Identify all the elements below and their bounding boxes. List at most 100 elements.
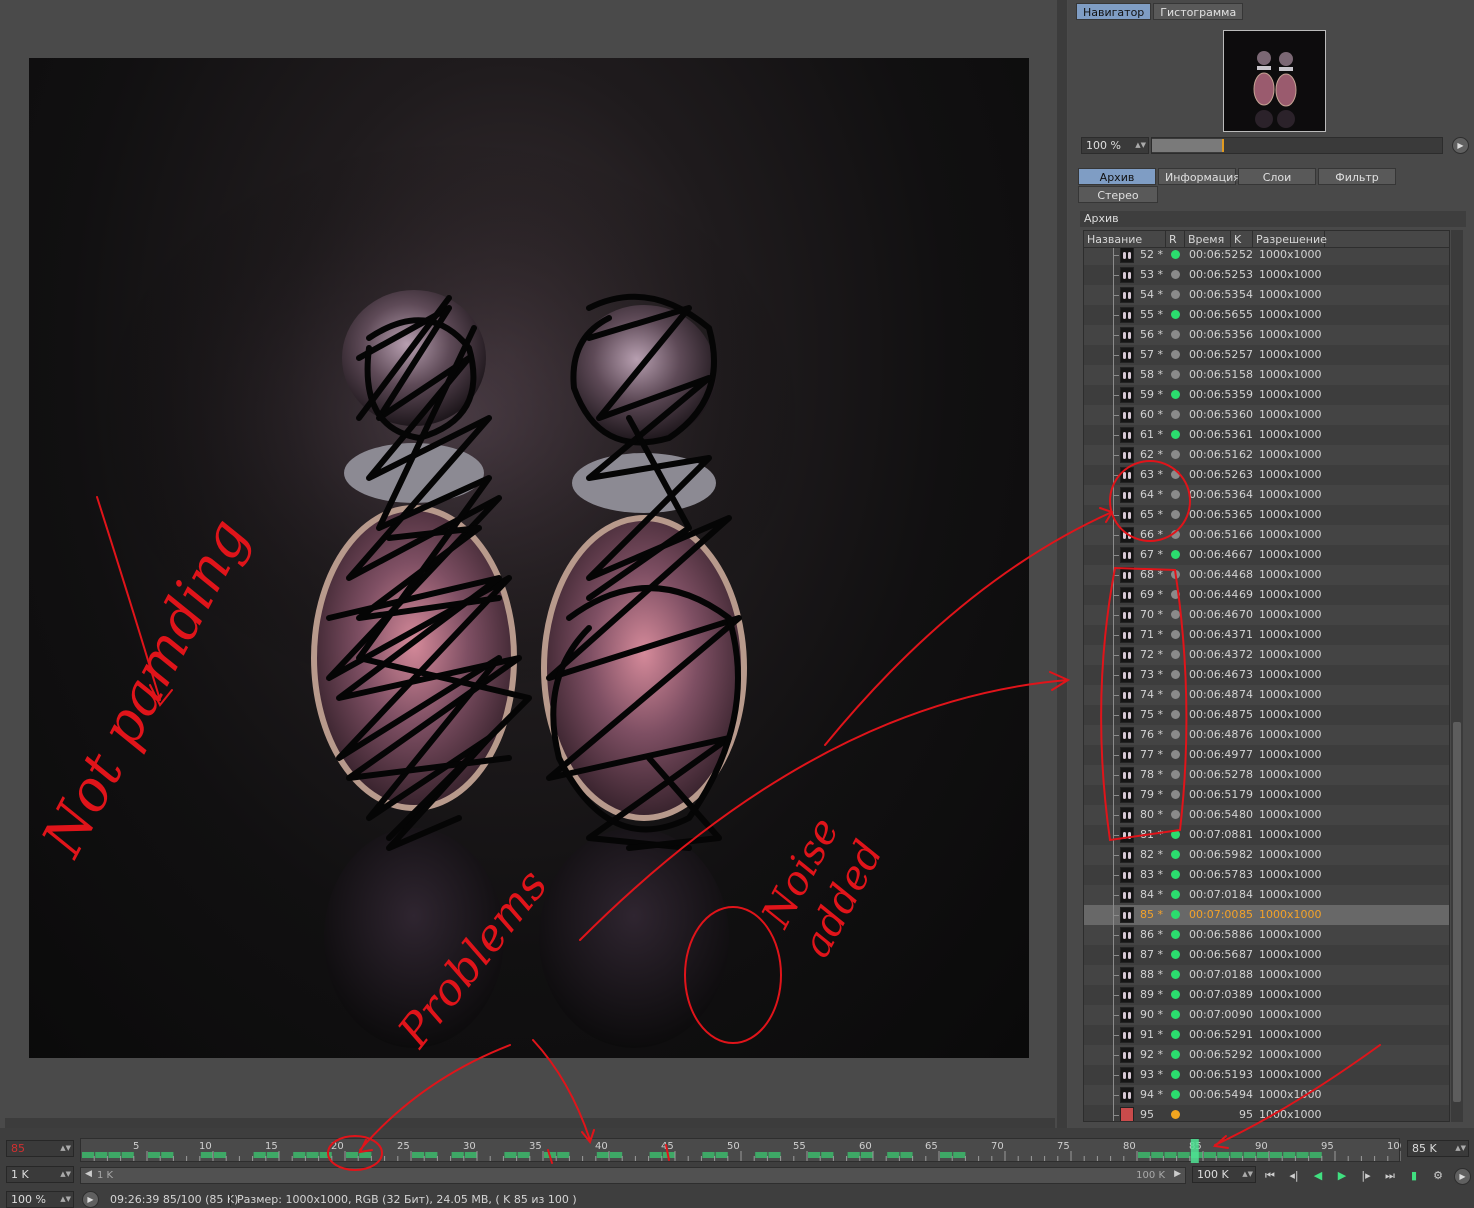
table-row[interactable]: 68 * 00:06:44 68 1000x1000 — [1084, 565, 1449, 585]
table-row[interactable]: 75 * 00:06:48 75 1000x1000 — [1084, 705, 1449, 725]
table-row[interactable]: 91 * 00:06:52 91 1000x1000 — [1084, 1025, 1449, 1045]
column-name[interactable]: Название — [1084, 231, 1166, 248]
navigator-thumbnail[interactable] — [1223, 30, 1326, 132]
render-status-dot — [1171, 310, 1180, 319]
row-name: 92 * — [1140, 1048, 1163, 1061]
current-k-field[interactable]: 85 K ▲▼ — [1407, 1140, 1469, 1157]
table-row[interactable]: 53 * 00:06:52 53 1000x1000 — [1084, 265, 1449, 285]
table-row[interactable]: 93 * 00:06:51 93 1000x1000 — [1084, 1065, 1449, 1085]
current-frame-field[interactable]: 85 ▲▼ — [6, 1140, 74, 1157]
viewer-vertical-scrollbar[interactable] — [1057, 0, 1067, 1128]
table-row[interactable]: 76 * 00:06:48 76 1000x1000 — [1084, 725, 1449, 745]
navigator-zoom-field[interactable]: 100 % ▲▼ — [1081, 137, 1149, 154]
play-icon[interactable]: ▶ — [1452, 137, 1469, 154]
table-row[interactable]: 61 * 00:06:53 61 1000x1000 — [1084, 425, 1449, 445]
table-row[interactable]: 80 * 00:06:54 80 1000x1000 — [1084, 805, 1449, 825]
table-row[interactable]: 60 * 00:06:53 60 1000x1000 — [1084, 405, 1449, 425]
table-row[interactable]: 92 * 00:06:52 92 1000x1000 — [1084, 1045, 1449, 1065]
table-row[interactable]: 65 * 00:06:53 65 1000x1000 — [1084, 505, 1449, 525]
tab-navigator[interactable]: Навигатор — [1076, 3, 1152, 20]
table-row[interactable]: 71 * 00:06:43 71 1000x1000 — [1084, 625, 1449, 645]
table-row[interactable]: 72 * 00:06:43 72 1000x1000 — [1084, 645, 1449, 665]
tab-archive[interactable]: Архив — [1078, 168, 1156, 185]
table-row[interactable]: 81 * 00:07:08 81 1000x1000 — [1084, 825, 1449, 845]
table-row[interactable]: 86 * 00:06:58 86 1000x1000 — [1084, 925, 1449, 945]
play-backward-icon[interactable]: ◀ — [1310, 1168, 1326, 1184]
table-row[interactable]: 63 * 00:06:52 63 1000x1000 — [1084, 465, 1449, 485]
spinner-icon[interactable]: ▲▼ — [60, 1192, 71, 1207]
range-slider[interactable]: ◀ 1 K 100 K ▶ — [80, 1167, 1186, 1184]
table-row[interactable]: 57 * 00:06:52 57 1000x1000 — [1084, 345, 1449, 365]
next-key-icon[interactable]: |▸ — [1358, 1168, 1374, 1184]
table-row[interactable]: 59 * 00:06:53 59 1000x1000 — [1084, 385, 1449, 405]
column-r[interactable]: R — [1166, 231, 1185, 248]
table-row[interactable]: 74 * 00:06:48 74 1000x1000 — [1084, 685, 1449, 705]
table-row[interactable]: 67 * 00:06:46 67 1000x1000 — [1084, 545, 1449, 565]
table-row[interactable]: 77 * 00:06:49 77 1000x1000 — [1084, 745, 1449, 765]
spinner-icon[interactable]: ▲▼ — [60, 1167, 71, 1182]
table-row[interactable]: 87 * 00:06:56 87 1000x1000 — [1084, 945, 1449, 965]
row-resolution: 1000x1000 — [1259, 768, 1322, 781]
range-end-field[interactable]: 100 K ▲▼ — [1192, 1166, 1256, 1183]
table-row[interactable]: 84 * 00:07:01 84 1000x1000 — [1084, 885, 1449, 905]
table-row[interactable]: 94 * 00:06:54 94 1000x1000 — [1084, 1085, 1449, 1105]
archive-scrollbar-thumb[interactable] — [1453, 722, 1461, 1102]
spinner-icon[interactable]: ▲▼ — [60, 1141, 71, 1156]
table-row[interactable]: 52 * 00:06:52 52 1000x1000 — [1084, 245, 1449, 265]
column-k[interactable]: K — [1231, 231, 1253, 248]
slider-left-arrow-icon[interactable]: ◀ — [85, 1169, 92, 1179]
table-row[interactable]: 62 * 00:06:51 62 1000x1000 — [1084, 445, 1449, 465]
range-start-field[interactable]: 1 K ▲▼ — [6, 1166, 74, 1183]
play-icon[interactable]: ▶ — [82, 1191, 99, 1208]
tab-layers[interactable]: Слои — [1238, 168, 1316, 185]
table-row[interactable]: 64 * 00:06:53 64 1000x1000 — [1084, 485, 1449, 505]
go-to-end-icon[interactable]: ⏭ — [1382, 1168, 1398, 1184]
play-icon[interactable]: ▶ — [1454, 1168, 1471, 1185]
table-row[interactable]: 69 * 00:06:44 69 1000x1000 — [1084, 585, 1449, 605]
table-row[interactable]: 90 * 00:07:00 90 1000x1000 — [1084, 1005, 1449, 1025]
spinner-icon[interactable]: ▲▼ — [1242, 1167, 1253, 1182]
table-row[interactable]: 78 * 00:06:52 78 1000x1000 — [1084, 765, 1449, 785]
table-row[interactable]: 58 * 00:06:51 58 1000x1000 — [1084, 365, 1449, 385]
archive-scrollbar[interactable] — [1451, 230, 1463, 1122]
zoom-field[interactable]: 100 % ▲▼ — [6, 1191, 74, 1208]
table-row[interactable]: 89 * 00:07:03 89 1000x1000 — [1084, 985, 1449, 1005]
table-row[interactable]: 95 95 1000x1000 — [1084, 1105, 1449, 1121]
previous-key-icon[interactable]: ◂| — [1286, 1168, 1302, 1184]
loop-icon[interactable]: ▮ — [1406, 1168, 1422, 1184]
table-row[interactable]: 70 * 00:06:46 70 1000x1000 — [1084, 605, 1449, 625]
table-row[interactable]: 54 * 00:06:53 54 1000x1000 — [1084, 285, 1449, 305]
row-k: 69 — [1239, 588, 1253, 601]
slider-right-arrow-icon[interactable]: ▶ — [1174, 1169, 1181, 1179]
column-time[interactable]: Время — [1185, 231, 1231, 248]
tab-filter[interactable]: Фильтр — [1318, 168, 1396, 185]
table-row[interactable]: 55 * 00:06:56 55 1000x1000 — [1084, 305, 1449, 325]
render-status-dot — [1171, 1010, 1180, 1019]
tab-info[interactable]: Информация — [1158, 168, 1240, 185]
table-row[interactable]: 83 * 00:06:57 83 1000x1000 — [1084, 865, 1449, 885]
image-viewer[interactable] — [0, 0, 1058, 1128]
tab-stereo[interactable]: Стерео — [1078, 186, 1158, 203]
table-row[interactable]: 82 * 00:06:59 82 1000x1000 — [1084, 845, 1449, 865]
table-row[interactable]: 56 * 00:06:53 56 1000x1000 — [1084, 325, 1449, 345]
column-resolution[interactable]: Разрешение — [1253, 231, 1327, 248]
tab-histogram[interactable]: Гистограмма — [1153, 3, 1244, 20]
archive-table-header: Название R Время K Разрешение — [1084, 231, 1449, 248]
spinner-icon[interactable]: ▲▼ — [1135, 138, 1146, 153]
table-row[interactable]: 66 * 00:06:51 66 1000x1000 — [1084, 525, 1449, 545]
table-row[interactable]: 79 * 00:06:51 79 1000x1000 — [1084, 785, 1449, 805]
navigator-zoom-slider[interactable] — [1151, 137, 1443, 154]
settings-icon[interactable]: ⚙ — [1430, 1168, 1446, 1184]
row-k: 95 — [1239, 1108, 1253, 1121]
ruler-label: 15 — [265, 1141, 278, 1152]
tree-branch — [1113, 1055, 1119, 1056]
viewer-horizontal-scrollbar[interactable] — [5, 1118, 1055, 1128]
spinner-icon[interactable]: ▲▼ — [1455, 1141, 1466, 1156]
go-to-start-icon[interactable]: ⏮ — [1262, 1168, 1278, 1184]
timeline-ruler[interactable]: 5101520253035404550556065707580859095100 — [80, 1138, 1401, 1163]
table-row[interactable]: 88 * 00:07:01 88 1000x1000 — [1084, 965, 1449, 985]
playhead[interactable] — [1190, 1139, 1199, 1163]
play-forward-icon[interactable]: ▶ — [1334, 1168, 1350, 1184]
table-row[interactable]: 73 * 00:06:46 73 1000x1000 — [1084, 665, 1449, 685]
table-row[interactable]: 85 * 00:07:00 85 1000x1000 — [1084, 905, 1449, 925]
